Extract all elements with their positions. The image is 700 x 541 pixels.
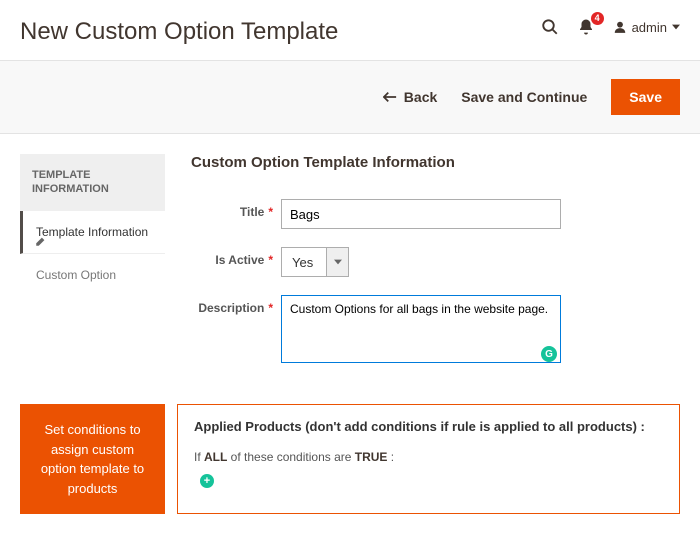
page-title: New Custom Option Template <box>20 18 338 46</box>
content-panel: Custom Option Template Information Title… <box>191 154 680 384</box>
notification-count-badge: 4 <box>591 12 604 25</box>
callout-box: Set conditions to assign custom option t… <box>20 404 165 514</box>
tab-label: Template Information <box>36 225 148 239</box>
active-label: Is Active* <box>191 247 281 267</box>
notifications-icon[interactable]: 4 <box>577 18 595 36</box>
row-title: Title* <box>191 199 680 229</box>
pencil-icon <box>35 237 45 247</box>
action-bar: Back Save and Continue Save <box>0 60 700 134</box>
chevron-down-icon <box>672 23 680 31</box>
description-textarea[interactable]: Custom Options for all bags in the websi… <box>281 295 561 363</box>
chevron-down-icon <box>334 259 342 265</box>
search-icon[interactable] <box>541 18 559 36</box>
back-label: Back <box>404 89 437 105</box>
condition-line: If ALL of these conditions are TRUE : <box>194 450 663 464</box>
back-button[interactable]: Back <box>383 89 437 105</box>
sidebar-heading: TEMPLATE INFORMATION <box>20 154 165 211</box>
title-label: Title* <box>191 199 281 219</box>
title-input[interactable] <box>281 199 561 229</box>
user-name: admin <box>632 20 667 35</box>
arrow-left-icon <box>383 91 397 103</box>
condition-aggregator[interactable]: ALL <box>204 450 227 464</box>
grammarly-icon[interactable]: G <box>541 346 557 362</box>
tab-template-information[interactable]: Template Information <box>20 211 165 254</box>
is-active-select[interactable]: Yes <box>281 247 680 277</box>
applied-products-title: Applied Products (don't add conditions i… <box>194 419 663 434</box>
row-is-active: Is Active* Yes <box>191 247 680 277</box>
save-continue-button[interactable]: Save and Continue <box>461 89 587 105</box>
user-menu[interactable]: admin <box>613 20 680 35</box>
description-label: Description* <box>191 295 281 315</box>
select-value: Yes <box>281 247 327 277</box>
sidebar: TEMPLATE INFORMATION Template Informatio… <box>20 154 165 384</box>
save-button[interactable]: Save <box>611 79 680 115</box>
section-title: Custom Option Template Information <box>191 154 680 171</box>
add-condition-button[interactable]: + <box>200 474 214 488</box>
header-actions: 4 admin <box>541 18 680 36</box>
applied-products-panel: Applied Products (don't add conditions i… <box>177 404 680 514</box>
select-toggle[interactable] <box>327 247 349 277</box>
condition-value[interactable]: TRUE <box>355 450 388 464</box>
row-description: Description* Custom Options for all bags… <box>191 295 680 366</box>
tab-label: Custom Option <box>36 268 116 282</box>
tab-custom-option[interactable]: Custom Option <box>20 254 165 296</box>
